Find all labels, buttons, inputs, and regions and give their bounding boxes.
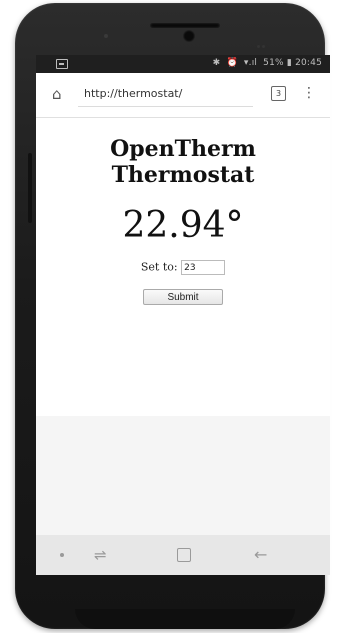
home-icon[interactable]: ⌂: [52, 86, 68, 102]
status-right-text: ✱ ⏰ ▾.ıl 51% ▮ 20:45: [213, 58, 322, 68]
bluetooth-icon: ✱: [212, 58, 221, 68]
address-bar[interactable]: http://thermostat/: [78, 81, 253, 107]
wifi-signal-icon: ▾.ıl: [243, 58, 258, 68]
front-camera: [183, 30, 195, 42]
browser-toolbar: ⌂ http://thermostat/ 3 ⋮: [36, 73, 330, 118]
switch-apps-icon[interactable]: ⇌: [94, 546, 107, 564]
back-icon[interactable]: ←: [254, 545, 267, 564]
side-button: [28, 153, 32, 223]
submit-button[interactable]: Submit: [143, 289, 223, 305]
nav-dot-icon: [60, 553, 64, 557]
setpoint-row: Set to:: [36, 260, 330, 275]
setpoint-label: Set to:: [140, 260, 178, 274]
android-nav-bar: ⇌ ←: [36, 535, 330, 575]
sensor-dot: [104, 34, 108, 38]
alarm-icon: ⏰: [226, 58, 238, 68]
battery-percent: 51%: [263, 58, 284, 68]
title-line-1: OpenTherm: [110, 136, 256, 162]
clock: 20:45: [295, 58, 322, 68]
sensor-dots: [257, 33, 269, 48]
image-notification-icon: [56, 59, 68, 69]
battery-icon: ▮: [286, 58, 292, 68]
tabs-button[interactable]: 3: [271, 86, 286, 101]
title-line-2: Thermostat: [111, 162, 255, 188]
overflow-menu-icon[interactable]: ⋮: [302, 85, 316, 103]
phone-bottom-edge: [75, 609, 295, 629]
setpoint-input[interactable]: [181, 260, 226, 275]
page-title: OpenTherm Thermostat: [36, 136, 330, 188]
overview-icon[interactable]: [177, 548, 191, 562]
screen: ✱ ⏰ ▾.ıl 51% ▮ 20:45 ⌂ http://thermostat…: [36, 55, 330, 575]
page-blank-area: [36, 416, 330, 551]
current-temperature: 22.94°: [122, 205, 244, 246]
earpiece: [150, 23, 220, 28]
status-bar: ✱ ⏰ ▾.ıl 51% ▮ 20:45: [36, 55, 330, 73]
web-page: OpenTherm Thermostat 22.94° Set to: Subm…: [36, 118, 330, 416]
